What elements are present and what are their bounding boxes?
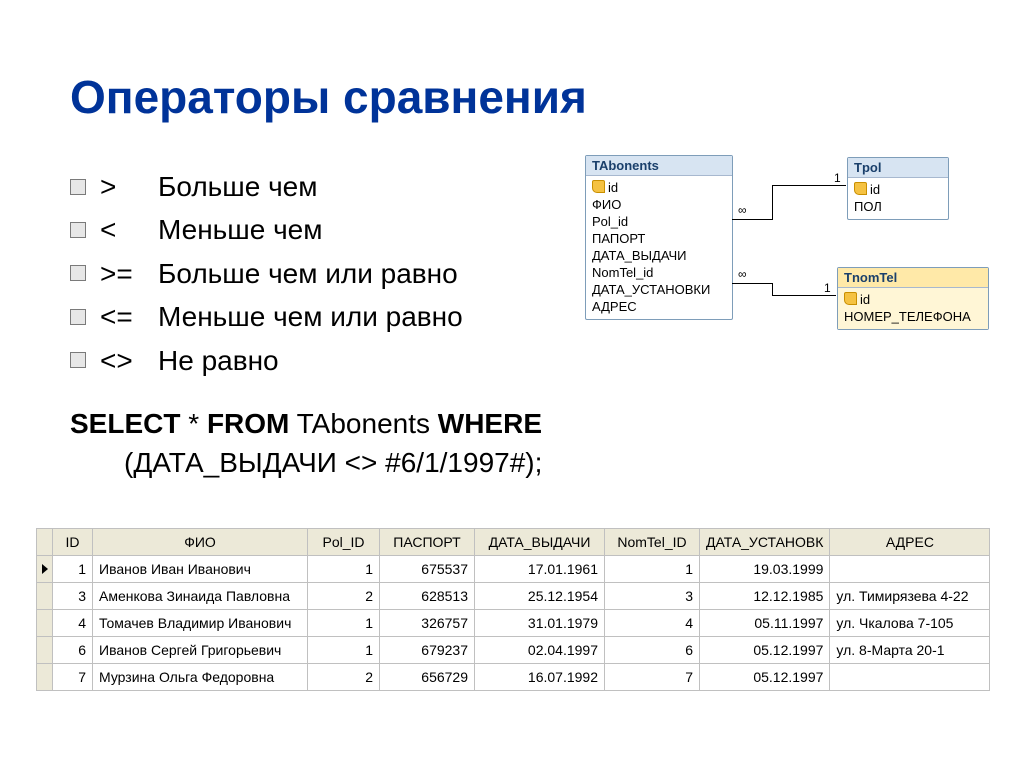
- table-header-row: ID ФИО Pol_ID ПАСПОРТ ДАТА_ВЫДАЧИ NomTel…: [37, 529, 990, 556]
- bullet-item: >= Больше чем или равно: [70, 252, 630, 295]
- bullet-item: <= Меньше чем или равно: [70, 295, 630, 338]
- bullet-marker-icon: [70, 179, 86, 195]
- sql-keyword-from: FROM: [207, 408, 289, 439]
- slide: Операторы сравнения > Больше чем < Меньш…: [0, 0, 1024, 767]
- cardinality-one: 1: [823, 281, 832, 295]
- operator-symbol: <: [100, 208, 158, 251]
- sql-text: TAbonents: [289, 408, 437, 439]
- table-row: 3 Аменкова Зинаида Павловна 2 628513 25.…: [37, 583, 990, 610]
- operator-symbol: >=: [100, 252, 158, 295]
- operator-symbol: <=: [100, 295, 158, 338]
- col-header: ДАТА_ВЫДАЧИ: [475, 529, 605, 556]
- sql-keyword-where: WHERE: [438, 408, 542, 439]
- relation-line: [772, 295, 836, 296]
- bullet-marker-icon: [70, 352, 86, 368]
- col-header: ДАТА_УСТАНОВК: [700, 529, 830, 556]
- table-box-title: Tpol: [848, 158, 948, 178]
- triangle-icon: [42, 564, 48, 574]
- operator-desc: Меньше чем: [158, 208, 323, 251]
- operator-symbol: >: [100, 165, 158, 208]
- bullet-marker-icon: [70, 265, 86, 281]
- table-row: 4 Томачев Владимир Иванович 1 326757 31.…: [37, 610, 990, 637]
- table-box-fields: id НОМЕР_ТЕЛЕФОНА: [838, 288, 988, 329]
- sql-text: *: [180, 408, 206, 439]
- current-row-marker: [37, 556, 53, 583]
- key-icon: [854, 182, 867, 195]
- cardinality-many: ∞: [737, 267, 748, 281]
- bullet-item: <> Не равно: [70, 339, 630, 382]
- col-header: NomTel_ID: [605, 529, 700, 556]
- relation-line: [732, 219, 772, 220]
- table-box-tpol: Tpol id ПОЛ: [847, 157, 949, 220]
- bullet-marker-icon: [70, 309, 86, 325]
- sql-condition: (ДАТА_ВЫДАЧИ <> #6/1/1997#);: [70, 443, 542, 482]
- cardinality-many: ∞: [737, 203, 748, 217]
- relation-line: [772, 185, 773, 220]
- operator-desc: Не равно: [158, 339, 279, 382]
- sql-statement: SELECT * FROM TAbonents WHERE (ДАТА_ВЫДА…: [70, 404, 542, 482]
- table-row: 6 Иванов Сергей Григорьевич 1 679237 02.…: [37, 637, 990, 664]
- table-box-fields: id ФИО Pol_id ПАПОРТ ДАТА_ВЫДАЧИ NomTel_…: [586, 176, 732, 319]
- relation-line: [772, 283, 773, 295]
- table-box-tabonents: TAbonents id ФИО Pol_id ПАПОРТ ДАТА_ВЫДА…: [585, 155, 733, 320]
- table-box-title: TAbonents: [586, 156, 732, 176]
- table-box-tnomtel: TnomTel id НОМЕР_ТЕЛЕФОНА: [837, 267, 989, 330]
- col-header: ID: [53, 529, 93, 556]
- bullet-marker-icon: [70, 222, 86, 238]
- sql-keyword-select: SELECT: [70, 408, 180, 439]
- table-box-fields: id ПОЛ: [848, 178, 948, 219]
- key-icon: [844, 292, 857, 305]
- col-header: Pol_ID: [308, 529, 380, 556]
- table-row: 1 Иванов Иван Иванович 1 675537 17.01.19…: [37, 556, 990, 583]
- bullet-item: < Меньше чем: [70, 208, 630, 251]
- bullet-item: > Больше чем: [70, 165, 630, 208]
- cardinality-one: 1: [833, 171, 842, 185]
- operator-desc: Больше чем: [158, 165, 317, 208]
- col-header: ФИО: [93, 529, 308, 556]
- col-header: ПАСПОРТ: [380, 529, 475, 556]
- relation-line: [732, 283, 772, 284]
- result-table-container: ID ФИО Pol_ID ПАСПОРТ ДАТА_ВЫДАЧИ NomTel…: [36, 528, 990, 691]
- relation-line: [772, 185, 846, 186]
- operator-desc: Меньше чем или равно: [158, 295, 463, 338]
- result-table: ID ФИО Pol_ID ПАСПОРТ ДАТА_ВЫДАЧИ NomTel…: [36, 528, 990, 691]
- row-marker-header: [37, 529, 53, 556]
- bullet-list: > Больше чем < Меньше чем >= Больше чем …: [70, 165, 630, 382]
- col-header: АДРЕС: [830, 529, 990, 556]
- key-icon: [592, 180, 605, 193]
- page-title: Операторы сравнения: [70, 70, 587, 124]
- table-box-title: TnomTel: [838, 268, 988, 288]
- relationship-diagram: TAbonents id ФИО Pol_id ПАПОРТ ДАТА_ВЫДА…: [585, 155, 997, 385]
- operator-symbol: <>: [100, 339, 158, 382]
- operator-desc: Больше чем или равно: [158, 252, 458, 295]
- table-row: 7 Мурзина Ольга Федоровна 2 656729 16.07…: [37, 664, 990, 691]
